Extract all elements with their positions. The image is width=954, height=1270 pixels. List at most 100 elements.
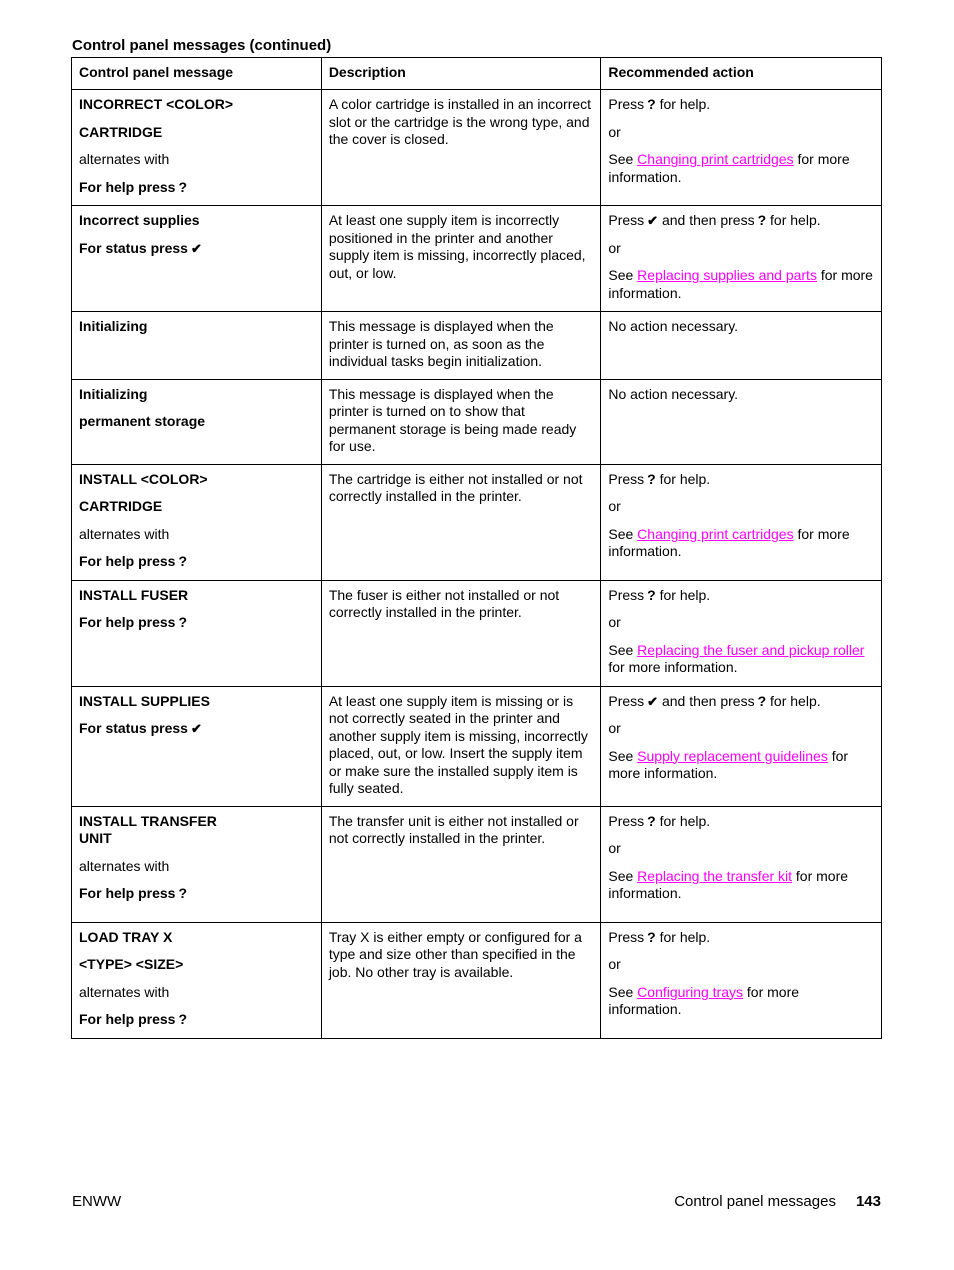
message-line: LOAD TRAY X — [79, 928, 173, 945]
message-cell: Incorrect supplies For status press ✔ — [71, 205, 322, 312]
help-icon: ? — [647, 928, 656, 945]
link-configuring-trays[interactable]: Configuring trays — [637, 984, 743, 1000]
description-cell: The transfer unit is either not installe… — [320, 805, 602, 923]
action-cell: Press? for help. or See Changing print c… — [600, 89, 882, 206]
action-cell: No action necessary. — [600, 378, 882, 465]
help-icon: ? — [647, 470, 656, 487]
table-header-row: Control panel message Description Recomm… — [71, 57, 882, 90]
link-changing-print-cartridges[interactable]: Changing print cartridges — [637, 526, 793, 542]
link-supply-replacement-guidelines[interactable]: Supply replacement guidelines — [637, 748, 828, 764]
table-row: INSTALL TRANSFER UNIT alternates with Fo… — [71, 805, 882, 923]
description-cell: A color cartridge is installed in an inc… — [320, 89, 602, 206]
section-title: Control panel messages (continued) — [72, 37, 332, 54]
action-text: Press — [608, 928, 645, 945]
help-icon: ? — [178, 178, 188, 195]
action-text: for help. — [659, 586, 711, 603]
message-line: For status press — [79, 720, 188, 736]
help-icon: ? — [178, 1011, 188, 1027]
link-replacing-supplies-and-parts[interactable]: Replacing supplies and parts — [637, 267, 817, 283]
action-text: for help. — [770, 212, 821, 228]
message-line: Initializing — [79, 318, 148, 334]
message-cell: Initializing permanent storage — [71, 378, 322, 465]
action-text: See — [608, 267, 634, 283]
description-cell: This message is displayed when the print… — [320, 311, 602, 380]
link-changing-print-cartridges[interactable]: Changing print cartridges — [637, 151, 793, 167]
message-cell: INSTALL TRANSFER UNIT alternates with Fo… — [71, 805, 322, 923]
message-cell: Initializing — [71, 311, 322, 380]
message-line: <TYPE> <SIZE> — [79, 956, 184, 972]
table-row: LOAD TRAY X <TYPE> <SIZE> alternates wit… — [71, 921, 882, 1039]
message-line: alternates with — [79, 983, 170, 1000]
action-text: for more information. — [608, 659, 738, 675]
action-cell: Press ✔ and then press? for help. or See … — [600, 205, 882, 312]
description-cell: At least one supply item is missing or i… — [320, 685, 602, 807]
action-cell: Press? for help. or See Replacing the fu… — [600, 579, 882, 687]
table-row: Incorrect supplies For status press ✔ At … — [71, 205, 882, 312]
help-icon: ? — [178, 553, 188, 569]
message-cell: INCORRECT <COLOR> CARTRIDGE alternates w… — [71, 89, 322, 206]
action-text: See — [608, 867, 634, 884]
action-text: for help. — [659, 928, 711, 945]
link-replacing-fuser-and-pickup-roller[interactable]: Replacing the fuser and pickup roller — [637, 642, 864, 658]
message-line: For help press — [79, 614, 176, 630]
message-cell: INSTALL FUSER For help press? — [71, 579, 322, 687]
table-row: INSTALL <COLOR> CARTRIDGE alternates wit… — [71, 463, 882, 581]
or-text: or — [608, 123, 621, 140]
help-icon: ? — [647, 812, 656, 829]
action-text: See — [608, 525, 634, 542]
message-line: CARTRIDGE — [79, 498, 163, 514]
action-text: See — [608, 983, 634, 1000]
description-cell: This message is displayed when the print… — [320, 378, 602, 465]
message-line: INCORRECT <COLOR> — [79, 96, 234, 112]
help-icon: ? — [647, 96, 656, 112]
description-cell: Tray X is either empty or configured for… — [320, 921, 602, 1039]
message-line: INSTALL TRANSFER UNIT — [79, 812, 217, 847]
message-line: INSTALL FUSER — [79, 586, 189, 603]
message-line: For status press — [79, 239, 188, 256]
link-replacing-transfer-kit[interactable]: Replacing the transfer kit — [637, 868, 792, 884]
check-icon: ✔ — [647, 213, 659, 228]
action-text: Press — [608, 470, 645, 487]
description-cell: At least one supply item is incorrectly … — [320, 205, 602, 312]
or-text: or — [608, 239, 621, 256]
help-icon: ? — [178, 885, 188, 901]
action-text: See — [608, 747, 634, 764]
message-cell: LOAD TRAY X <TYPE> <SIZE> alternates wit… — [71, 921, 322, 1039]
message-line: alternates with — [79, 857, 170, 874]
action-text: and then press — [661, 692, 755, 709]
message-line: Incorrect supplies — [79, 212, 200, 228]
message-line: INSTALL SUPPLIES — [79, 692, 210, 709]
message-line: INSTALL <COLOR> — [79, 470, 208, 487]
description-cell: The cartridge is either not installed or… — [320, 463, 602, 581]
message-line: CARTRIDGE — [79, 123, 163, 140]
message-line: For help press — [79, 1011, 176, 1027]
action-text: for help. — [659, 470, 711, 487]
header-description: Description — [320, 57, 602, 90]
table-row: INCORRECT <COLOR> CARTRIDGE alternates w… — [71, 89, 882, 206]
message-cell: INSTALL <COLOR> CARTRIDGE alternates wit… — [71, 463, 322, 581]
footer-section: Control panel messages — [674, 1193, 836, 1210]
check-icon: ✔ — [190, 240, 202, 256]
footer-right: Control panel messages 143 — [674, 1193, 881, 1210]
message-line: alternates with — [79, 525, 170, 542]
action-text: Press — [608, 212, 645, 228]
help-icon: ? — [757, 212, 767, 228]
action-text: See — [608, 641, 634, 658]
message-line: permanent storage — [79, 413, 206, 429]
footer-doc-code: ENWW — [72, 1193, 122, 1210]
table-row: INSTALL FUSER For help press? The fuser … — [71, 579, 882, 687]
message-cell: INSTALL SUPPLIES For status press ✔ — [71, 685, 322, 807]
action-text: for help. — [659, 96, 711, 112]
message-line: For help press — [79, 178, 176, 195]
help-icon: ? — [757, 692, 767, 709]
table-row: INSTALL SUPPLIES For status press ✔ At le… — [71, 685, 882, 807]
table-row: Initializing permanent storage This mess… — [71, 378, 882, 465]
or-text: or — [608, 840, 621, 856]
page-number: 143 — [855, 1193, 881, 1210]
message-line: For help press — [79, 885, 176, 901]
check-icon: ✔ — [190, 721, 202, 736]
action-text: Press — [608, 812, 645, 829]
or-text: or — [608, 720, 621, 736]
action-cell: Press ✔ and then press? for help. or See … — [600, 685, 882, 807]
or-text: or — [608, 956, 621, 972]
